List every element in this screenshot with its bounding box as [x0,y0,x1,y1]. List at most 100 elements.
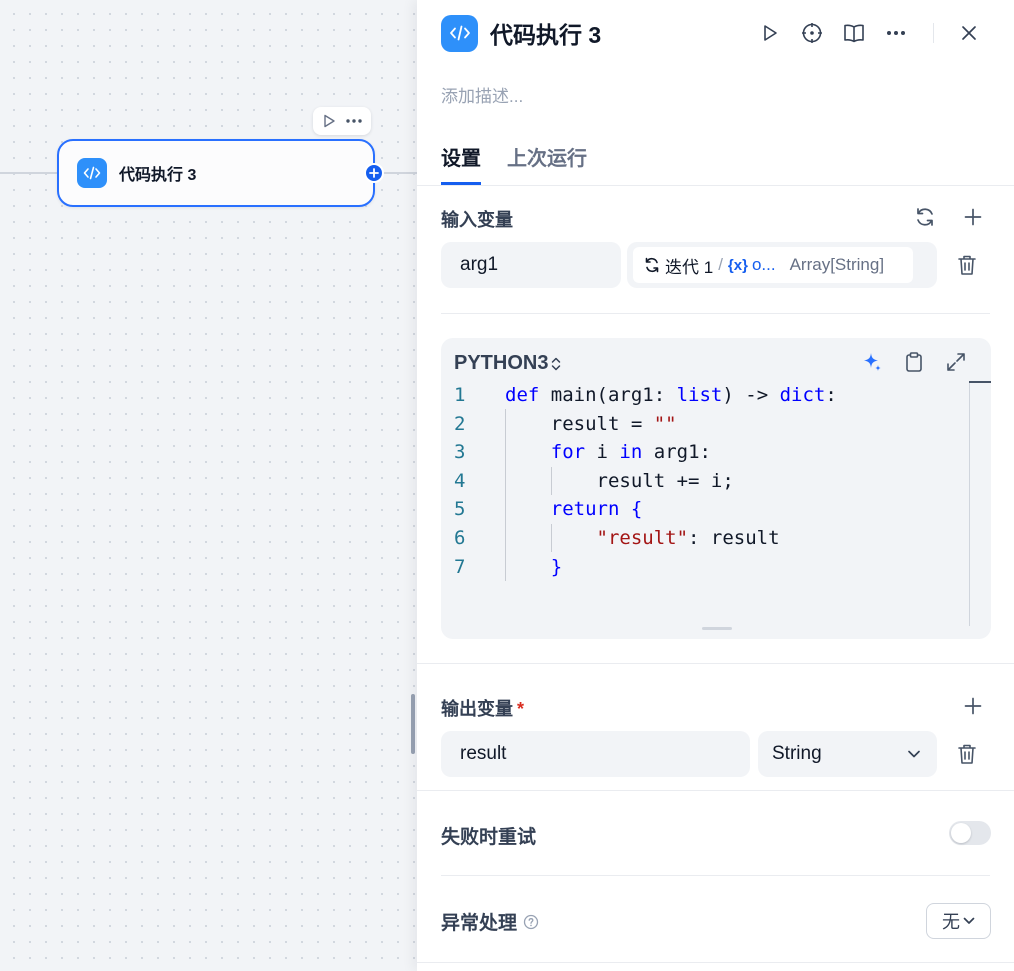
node-toolbar [313,107,371,135]
editor-scrollbar[interactable] [969,381,970,626]
input-variable-selector[interactable]: 迭代 1 / {x} o... Array[String] [627,242,937,288]
more-icon [887,31,905,35]
code-text: result += i; [505,469,734,492]
code-line: 4 result += i; [441,467,991,496]
input-variable-name[interactable]: arg1 [441,242,621,288]
code-content[interactable]: 1 def main(arg1: list) -> dict: 2 result … [441,381,991,581]
retry-on-failure-label: 失败时重试 [441,827,537,848]
variable-reference-chip[interactable]: 迭代 1 / {x} o... Array[String] [633,247,913,283]
code-line: 2 result = "" [441,410,991,439]
trash-icon [958,744,976,764]
more-options-button[interactable] [875,17,917,49]
error-handling-select[interactable]: 无 [926,903,991,939]
workflow-node-code[interactable]: 代码执行 3 [57,139,384,207]
loop-icon [645,257,659,273]
editor-scroll-indicator [969,381,991,383]
line-number: 5 [454,498,466,521]
section-divider [417,663,1014,664]
output-variable-name[interactable]: result [441,731,750,777]
error-handling-row: 异常处理 [441,908,539,935]
indent-guide [505,409,506,581]
error-handling-value: 无 [942,912,960,932]
copy-code-button[interactable] [893,348,935,376]
code-text: "result": result [596,526,780,549]
play-icon[interactable] [322,114,336,128]
close-panel-button[interactable] [948,17,990,49]
panel-resize-handle[interactable] [411,694,415,754]
line-number: 4 [454,469,466,492]
code-line: 3 for i in arg1: [441,438,991,467]
add-input-variable-button[interactable] [959,203,987,231]
node-settings-panel: 代码执行 3 添加描述... 设置 上次运行 输入变量 arg1 迭代 1 / … [417,0,1014,971]
code-line: 6 "result": result [441,524,991,553]
workflow-canvas[interactable]: 代码执行 3 [0,0,417,971]
chevron-updown-icon [552,357,561,370]
line-number: 7 [454,555,466,578]
expand-editor-button[interactable] [935,348,977,376]
indent-guide [551,467,552,495]
chevron-down-icon [908,750,920,758]
ai-generate-button[interactable] [851,348,893,376]
chevron-down-icon [963,917,975,924]
description-input[interactable]: 添加描述... [441,82,523,107]
sparkle-icon [864,353,881,371]
clipboard-icon [906,352,922,372]
line-number: 3 [454,441,466,464]
add-next-node-button[interactable] [364,163,384,183]
output-variable-type-select[interactable]: String [758,731,937,777]
delete-input-variable-button[interactable] [953,251,981,279]
sync-variables-button[interactable] [911,203,939,231]
code-editor[interactable]: PYTHON3 1 def main(arg1: list) -> dict: 2… [441,338,991,639]
close-icon [962,26,976,40]
code-line: 7 } [441,553,991,582]
refresh-icon [917,208,933,226]
code-icon [441,14,478,52]
expand-icon [947,353,965,371]
variable-icon: {x} [727,256,748,274]
output-variable-name-text: result [460,743,507,764]
code-line: 1 def main(arg1: list) -> dict: [441,381,991,410]
panel-header-actions [749,17,990,49]
help-circle-icon[interactable] [523,914,539,930]
reference-scope: 迭代 1 [665,257,714,277]
line-number: 1 [454,384,466,406]
code-text: for i in arg1: [550,441,711,464]
code-text: } [550,555,563,578]
reference-separator: / [718,255,723,274]
code-text: return { [550,498,643,521]
node-title: 代码执行 3 [119,167,197,184]
indent-guide [551,524,552,552]
run-node-button[interactable] [749,17,791,49]
input-variable-name-text: arg1 [460,254,499,275]
code-editor-tools [851,348,977,376]
section-divider [441,875,990,876]
add-output-variable-button[interactable] [959,692,987,720]
play-icon [764,25,777,41]
trash-icon [958,255,976,275]
code-text: def main(arg1: list) -> dict: [505,384,837,406]
plus-icon [964,208,982,226]
help-docs-button[interactable] [833,17,875,49]
locate-node-button[interactable] [791,17,833,49]
required-mark: * [517,699,525,719]
language-selector[interactable]: PYTHON3 [454,352,562,375]
retry-on-failure-toggle[interactable] [949,821,991,845]
panel-tabs: 设置 上次运行 [417,138,1014,186]
reference-type: Array[String] [789,255,885,274]
section-divider [417,790,1014,791]
output-variable-type: String [772,743,822,764]
section-divider [441,313,990,314]
plus-icon [964,697,982,715]
code-text: result = "" [505,412,677,435]
tab-last-run[interactable]: 上次运行 [507,142,587,185]
panel-title: 代码执行 3 [490,22,602,48]
line-number: 2 [454,412,466,435]
reference-variable: o... [751,255,776,274]
section-divider [417,962,1014,963]
editor-resize-grip[interactable] [702,627,732,630]
more-icon[interactable] [345,118,363,124]
tab-settings[interactable]: 设置 [441,142,481,185]
error-handling-label: 异常处理 [441,913,518,934]
delete-output-variable-button[interactable] [953,740,981,768]
locate-icon [802,23,822,43]
